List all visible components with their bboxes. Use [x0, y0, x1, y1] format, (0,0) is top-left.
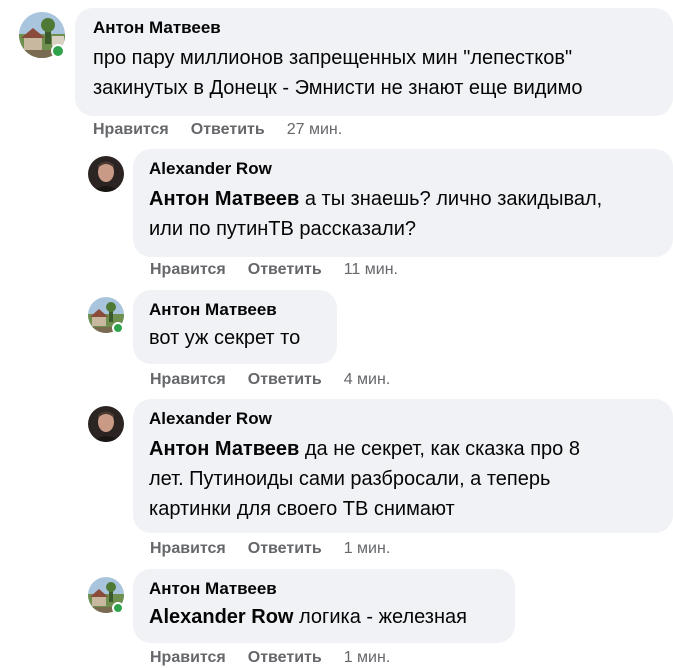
- mention-link[interactable]: Антон Матвеев: [149, 438, 299, 460]
- reply-button[interactable]: Ответить: [191, 121, 265, 138]
- portrait-avatar-icon: [88, 156, 124, 192]
- comment-text-line: картинки для своего ТВ снимают: [149, 498, 455, 520]
- comment-author[interactable]: Alexander Row: [149, 408, 657, 430]
- comment-text-line: Alexander Row логика - железная: [149, 606, 467, 628]
- avatar[interactable]: [88, 156, 124, 192]
- avatar[interactable]: [88, 406, 124, 442]
- comment-timestamp[interactable]: 27 мин.: [287, 121, 342, 138]
- online-status-indicator: [51, 44, 65, 58]
- comment-bubble[interactable]: Антон Матвеев Alexander Row логика - жел…: [133, 569, 515, 643]
- comment-actions: Нравится Ответить 1 мин.: [150, 539, 390, 559]
- comment-reply: Антон Матвеев Alexander Row логика - жел…: [0, 568, 673, 666]
- comment-actions: Нравится Ответить 11 мин.: [150, 260, 398, 280]
- comment-author[interactable]: Антон Матвеев: [149, 299, 321, 321]
- online-status-indicator: [112, 602, 124, 614]
- comment-text-line: Антон Матвеев да не секрет, как сказка п…: [149, 438, 580, 460]
- comment-author[interactable]: Alexander Row: [149, 158, 657, 180]
- like-button[interactable]: Нравится: [93, 121, 169, 138]
- reply-button[interactable]: Ответить: [248, 649, 322, 666]
- comment-author[interactable]: Антон Матвеев: [149, 578, 499, 600]
- comment-bubble[interactable]: Антон Матвеев про пару миллионов запреще…: [75, 8, 673, 116]
- comment-actions: Нравится Ответить 4 мин.: [150, 370, 390, 390]
- comment-reply: Alexander Row Антон Матвеев а ты знаешь?…: [0, 148, 673, 288]
- like-button[interactable]: Нравится: [150, 540, 226, 557]
- like-button[interactable]: Нравится: [150, 649, 226, 666]
- comment-text-line: лет. Путиноиды сами разбросали, а теперь: [149, 468, 551, 490]
- online-status-indicator: [112, 322, 124, 334]
- reply-button[interactable]: Ответить: [248, 371, 322, 388]
- comment-bubble[interactable]: Alexander Row Антон Матвеев а ты знаешь?…: [133, 149, 673, 257]
- portrait-avatar-icon: [88, 406, 124, 442]
- comment-actions: Нравится Ответить 1 мин.: [150, 648, 390, 668]
- mention-link[interactable]: Alexander Row: [149, 606, 293, 628]
- comment-actions: Нравится Ответить 27 мин.: [93, 120, 342, 140]
- comment-reply: Alexander Row Антон Матвеев да не секрет…: [0, 398, 673, 568]
- comment-timestamp[interactable]: 1 мин.: [344, 540, 391, 557]
- reply-button[interactable]: Ответить: [248, 261, 322, 278]
- mention-link[interactable]: Антон Матвеев: [149, 188, 299, 210]
- comment-text-line: Антон Матвеев а ты знаешь? лично закидыв…: [149, 188, 603, 210]
- comment-timestamp[interactable]: 4 мин.: [344, 371, 391, 388]
- comment-timestamp[interactable]: 11 мин.: [344, 261, 398, 278]
- comment-bubble[interactable]: Антон Матвеев вот уж секрет то: [133, 290, 337, 364]
- like-button[interactable]: Нравится: [150, 261, 226, 278]
- comment-text-line: вот уж секрет то: [149, 327, 301, 349]
- like-button[interactable]: Нравится: [150, 371, 226, 388]
- comment: Антон Матвеев про пару миллионов запреще…: [0, 0, 673, 145]
- comment-timestamp[interactable]: 1 мин.: [344, 649, 391, 666]
- comment-text-line: про пару миллионов запрещенных мин "лепе…: [93, 47, 573, 69]
- reply-button[interactable]: Ответить: [248, 540, 322, 557]
- comment-text-line: или по путинТВ рассказали?: [149, 218, 416, 240]
- comment-bubble[interactable]: Alexander Row Антон Матвеев да не секрет…: [133, 399, 673, 533]
- comment-author[interactable]: Антон Матвеев: [93, 17, 657, 39]
- comment-reply: Антон Матвеев вот уж секрет то Нравится О…: [0, 288, 673, 398]
- comment-text-line: закинутых в Донецк - Эмнисти не знают ещ…: [93, 77, 583, 99]
